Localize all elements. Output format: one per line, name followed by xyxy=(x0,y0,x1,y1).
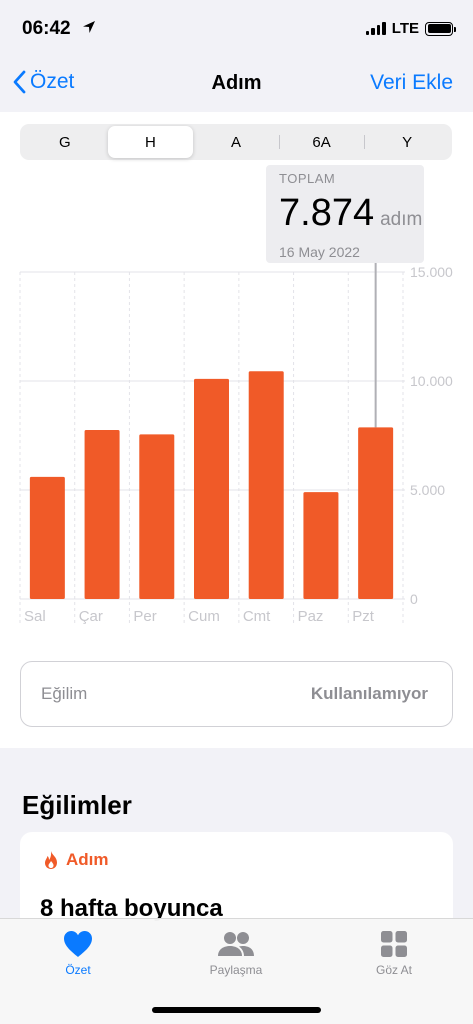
heart-icon xyxy=(64,931,92,957)
x-tick-label: Sal xyxy=(24,608,46,625)
signal-icon xyxy=(365,22,386,35)
status-time: 06:42 xyxy=(22,18,71,39)
status-bar: 06:42 LTE xyxy=(0,0,473,54)
status-indicators: LTE xyxy=(365,20,456,37)
bar-pzt xyxy=(358,427,394,599)
bar-cum xyxy=(194,378,229,599)
trends-section-title: Eğilimler xyxy=(22,790,132,820)
bar-paz xyxy=(303,492,339,599)
bar-cmt xyxy=(248,371,284,599)
tab-browse-label: Göz At xyxy=(375,963,413,977)
x-tick-label: Cmt xyxy=(243,608,271,625)
x-tick-label: Pzt xyxy=(352,608,375,625)
x-tick-label: Çar xyxy=(79,608,103,625)
navigation-bar: Özet Adım Veri Ekle xyxy=(0,54,473,112)
x-tick-label: Paz xyxy=(298,608,324,625)
trend-label: Eğilim xyxy=(41,684,88,703)
tab-sharing-label: Paylaşma xyxy=(209,963,263,977)
tab-summary-label: Özet xyxy=(65,963,91,977)
battery-icon xyxy=(425,21,456,36)
y-tick-label: 10.000 xyxy=(410,373,453,389)
x-tick-label: Per xyxy=(133,608,156,625)
grid-icon xyxy=(381,931,407,957)
tooltip-unit: adım xyxy=(380,209,423,230)
flame-icon xyxy=(45,851,57,869)
steps-card: G H A 6A Y 15.000 10.000 5.000 0 Sal Çar Per Cum Cmt… xyxy=(0,112,473,748)
tooltip-date: 16 May 2022 xyxy=(279,244,360,260)
tooltip-value: 7.874 xyxy=(279,192,375,234)
people-icon xyxy=(218,932,254,956)
trend-row[interactable]: Eğilim Kullanılamıyor xyxy=(20,661,453,727)
tooltip-label: TOPLAM xyxy=(279,171,336,186)
tab-sharing[interactable]: Paylaşma xyxy=(176,929,296,977)
total-tooltip: TOPLAM 7.874 adım 16 May 2022 xyxy=(266,165,424,263)
bar-çar xyxy=(84,430,120,599)
y-tick-label: 15.000 xyxy=(410,264,453,280)
home-indicator xyxy=(152,1007,321,1013)
x-tick-label: Cum xyxy=(188,608,220,625)
trend-value: Kullanılamıyor xyxy=(310,684,428,703)
y-tick-label: 5.000 xyxy=(410,482,445,498)
network-label: LTE xyxy=(391,20,419,37)
add-data-button[interactable]: Veri Ekle xyxy=(370,71,453,95)
location-arrow-icon xyxy=(82,20,96,39)
trend-card-title: Adım xyxy=(66,850,109,869)
tab-browse[interactable]: Göz At xyxy=(334,929,454,977)
y-tick-label: 0 xyxy=(410,591,418,607)
bar-sal xyxy=(29,476,65,599)
bar-per xyxy=(139,434,175,599)
tab-summary[interactable]: Özet xyxy=(18,929,138,977)
